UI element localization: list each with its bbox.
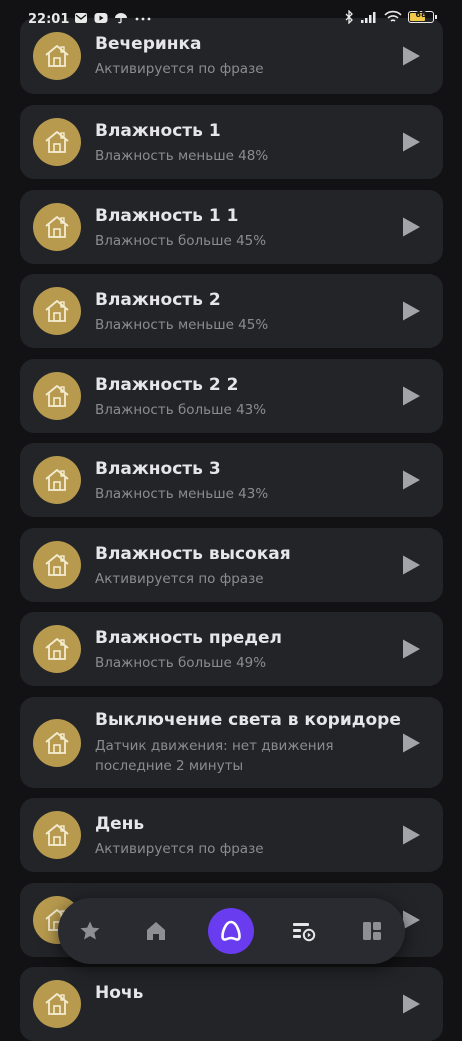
house-icon (45, 469, 69, 491)
scenario-avatar (33, 811, 81, 859)
run-scenario-button[interactable] (401, 638, 421, 660)
mail-icon (75, 13, 87, 23)
scenario-card[interactable]: Влажность предел Влажность больше 49% (20, 612, 443, 686)
scenario-title: Влажность 2 2 (95, 375, 239, 395)
scenario-card[interactable]: Ночь (20, 967, 443, 1041)
house-icon (45, 385, 69, 407)
play-icon (403, 825, 420, 845)
run-scenario-button[interactable] (401, 554, 421, 576)
scenario-subtitle: Активируется по фразе (95, 841, 264, 857)
battery-percent: 68 (415, 10, 427, 19)
scenario-subtitle: Влажность больше 45% (95, 233, 267, 249)
house-icon (45, 216, 69, 238)
scenarios-icon (293, 923, 316, 942)
scenario-subtitle: Активируется по фразе (95, 571, 264, 587)
play-icon (403, 386, 420, 406)
scenario-card[interactable]: День Активируется по фразе (20, 798, 443, 872)
dashboard-icon (363, 922, 381, 940)
scenario-card[interactable]: Влажность 1 1 Влажность больше 45% (20, 190, 443, 264)
scenario-card[interactable]: Влажность 1 Влажность меньше 48% (20, 105, 443, 179)
run-scenario-button[interactable] (401, 824, 421, 846)
scenario-title: Влажность 3 (95, 459, 221, 479)
run-scenario-button[interactable] (401, 385, 421, 407)
run-scenario-button[interactable] (401, 732, 421, 754)
scenario-subtitle: Влажность меньше 43% (95, 486, 269, 502)
play-icon (403, 470, 420, 490)
signal-icon (361, 11, 376, 23)
scenario-card[interactable]: Влажность 3 Влажность меньше 43% (20, 443, 443, 517)
play-icon (403, 301, 420, 321)
nav-dashboard[interactable] (352, 911, 392, 951)
scenario-subtitle: Влажность больше 43% (95, 402, 267, 418)
play-icon (403, 994, 420, 1014)
scenario-title: Влажность 1 (95, 121, 221, 141)
scenario-card[interactable]: Влажность высокая Активируется по фразе (20, 528, 443, 602)
scenario-title: Выключение света в коридоре (95, 710, 401, 730)
youtube-icon (94, 13, 108, 23)
run-scenario-button[interactable] (401, 300, 421, 322)
system-icons: 68 (344, 10, 437, 24)
run-scenario-button[interactable] (401, 216, 421, 238)
scenario-avatar (33, 456, 81, 504)
run-scenario-button[interactable] (401, 45, 421, 67)
wifi-icon (384, 10, 402, 22)
scenario-title: Влажность 2 (95, 290, 221, 310)
status-time: 22:01 (28, 12, 70, 27)
scenario-card[interactable]: Влажность 2 Влажность меньше 45% (20, 274, 443, 348)
house-icon (45, 554, 69, 576)
play-icon (403, 733, 420, 752)
nav-home[interactable] (136, 911, 176, 951)
run-scenario-button[interactable] (401, 469, 421, 491)
scenario-subtitle: Активируется по фразе (95, 61, 264, 77)
scenario-subtitle: Влажность меньше 48% (95, 148, 269, 164)
play-icon (403, 132, 420, 152)
scenario-avatar (33, 372, 81, 420)
scenario-avatar (33, 625, 81, 673)
alice-icon (221, 920, 241, 941)
scenario-avatar (33, 980, 81, 1028)
scenario-card[interactable]: Выключение света в коридоре Датчик движен… (20, 697, 443, 788)
house-icon (45, 993, 69, 1015)
nav-scenarios[interactable] (284, 911, 324, 951)
scenario-title: Ночь (95, 983, 144, 1003)
nav-favorites[interactable] (70, 911, 110, 951)
alice-button[interactable] (208, 908, 254, 954)
play-icon (403, 555, 420, 575)
scenario-avatar (33, 118, 81, 166)
run-scenario-button[interactable] (401, 993, 421, 1015)
scenario-avatar (33, 718, 81, 767)
play-icon (403, 217, 420, 237)
house-icon (45, 824, 69, 846)
play-icon (403, 46, 420, 66)
house-icon (45, 638, 69, 660)
status-bar: 22:01 68 (0, 0, 462, 40)
scenario-subtitle: Влажность меньше 45% (95, 317, 269, 333)
scenario-avatar (33, 541, 81, 589)
scenario-avatar (33, 203, 81, 251)
house-icon (45, 131, 69, 153)
house-icon (45, 45, 69, 67)
scenario-avatar (33, 287, 81, 335)
bottom-navigation (58, 898, 405, 964)
scenario-title: День (95, 814, 145, 834)
scenario-title: Влажность предел (95, 628, 282, 648)
scenario-subtitle: Датчик движения: нет движения последние … (95, 738, 334, 774)
more-dots-icon (135, 17, 151, 21)
play-icon (403, 639, 420, 659)
scenario-card[interactable]: Влажность 2 2 Влажность больше 43% (20, 359, 443, 433)
scenario-title: Влажность 1 1 (95, 206, 239, 226)
bluetooth-icon (345, 10, 353, 24)
home-icon (147, 922, 165, 940)
umbrella-icon (115, 13, 127, 24)
notification-icons (74, 12, 152, 24)
house-icon (45, 731, 69, 754)
battery-icon: 68 (408, 10, 437, 23)
scenario-title: Влажность высокая (95, 544, 291, 564)
star-icon (80, 921, 100, 940)
house-icon (45, 300, 69, 322)
scenario-subtitle: Влажность больше 49% (95, 655, 267, 671)
run-scenario-button[interactable] (401, 131, 421, 153)
